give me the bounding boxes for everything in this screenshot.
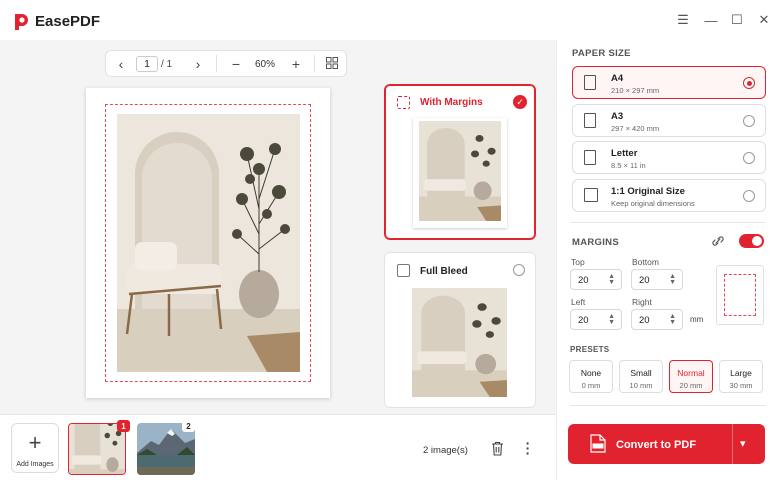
preset-small[interactable]: Small 10 mm	[619, 360, 663, 393]
stepper-icon[interactable]: ▲ ▼	[608, 273, 615, 286]
margin-top-value: 20	[578, 275, 589, 286]
link-icon[interactable]	[711, 235, 725, 247]
right-label: Right	[632, 297, 652, 307]
stepper-icon[interactable]: ▲ ▼	[669, 313, 676, 326]
zoom-level: 60%	[255, 59, 276, 70]
margins-dashed-icon	[397, 96, 410, 109]
paper-name: Letter	[611, 148, 638, 159]
unit-label: mm	[690, 315, 704, 324]
margin-left-input[interactable]: 20 ▲ ▼	[570, 309, 622, 330]
toolbar-divider	[314, 55, 315, 72]
maximize-icon[interactable]: ☐	[729, 12, 745, 28]
stepper-icon[interactable]: ▲ ▼	[608, 313, 615, 326]
preset-large[interactable]: Large 30 mm	[719, 360, 763, 393]
full-bleed-thumbnail	[412, 288, 507, 397]
menu-icon[interactable]: ☰	[675, 12, 691, 28]
full-bleed-icon	[397, 264, 410, 277]
paper-name: 1:1 Original Size	[611, 186, 685, 197]
paper-dims: 297 × 420 mm	[611, 124, 660, 133]
full-bleed-radio[interactable]	[513, 264, 525, 276]
preset-value: 0 mm	[581, 381, 601, 390]
paper-radio[interactable]	[743, 190, 755, 202]
paper-option-letter[interactable]: Letter 8.5 × 11 in	[572, 141, 766, 174]
chevron-down-icon[interactable]: ▾	[740, 437, 746, 450]
prev-page-icon[interactable]: ‹	[112, 51, 130, 76]
toolbar-divider	[216, 55, 217, 72]
convert-label: Convert to PDF	[616, 439, 697, 451]
paper-radio[interactable]	[743, 115, 755, 127]
trash-icon[interactable]	[491, 441, 504, 456]
top-label: Top	[571, 257, 585, 267]
margin-right-input[interactable]: 20 ▲ ▼	[631, 309, 683, 330]
minimize-icon[interactable]: —	[703, 12, 719, 28]
preset-value: 30 mm	[729, 381, 753, 390]
margin-preview	[716, 265, 764, 325]
document-icon	[584, 75, 596, 90]
next-page-icon[interactable]: ›	[189, 51, 207, 76]
margin-bottom-value: 20	[639, 275, 650, 286]
add-images-label: Add Images	[16, 461, 54, 468]
paper-dims: Keep original dimensions	[611, 199, 695, 208]
page-number-input[interactable]: 1	[136, 56, 158, 72]
bottom-label: Bottom	[632, 257, 659, 267]
close-icon[interactable]: ✕	[756, 12, 772, 28]
margins-title: MARGINS	[572, 237, 619, 248]
add-images-button[interactable]: + Add Images	[11, 423, 59, 473]
plus-icon: +	[28, 430, 42, 455]
paper-option-a4[interactable]: A4 210 × 297 mm	[572, 66, 766, 99]
margin-right-value: 20	[639, 315, 650, 326]
margin-guide	[105, 104, 311, 382]
preset-name: Small	[630, 368, 652, 378]
paper-name: A3	[611, 111, 624, 122]
paper-option-a3[interactable]: A3 297 × 420 mm	[572, 104, 766, 137]
zoom-in-icon[interactable]: +	[287, 51, 305, 76]
preset-name: Normal	[677, 368, 705, 378]
grid-view-icon[interactable]	[326, 57, 338, 69]
paper-option-original[interactable]: 1:1 Original Size Keep original dimensio…	[572, 179, 766, 212]
option-label: Full Bleed	[420, 266, 468, 277]
paper-name: A4	[611, 73, 624, 84]
divider	[570, 405, 766, 406]
margin-left-value: 20	[578, 315, 589, 326]
more-options-icon[interactable]: · · ·	[524, 436, 532, 460]
zoom-out-icon[interactable]: −	[227, 51, 245, 76]
image-count: 2 image(s)	[423, 445, 468, 456]
preset-value: 10 mm	[629, 381, 653, 390]
margins-thumbnail-photo	[419, 121, 501, 221]
stepper-icon[interactable]: ▲ ▼	[669, 273, 676, 286]
presets-title: PRESETS	[570, 345, 610, 354]
document-icon	[584, 150, 596, 165]
title-bar	[0, 0, 780, 40]
preset-value: 20 mm	[679, 381, 703, 390]
left-label: Left	[571, 297, 586, 307]
margin-bottom-input[interactable]: 20 ▲ ▼	[631, 269, 683, 290]
thumbnail-badge: 1	[117, 420, 130, 432]
paper-size-title: PAPER SIZE	[572, 48, 631, 59]
preset-name: None	[580, 368, 602, 378]
preset-name: Large	[730, 368, 752, 378]
paper-radio[interactable]	[743, 77, 755, 89]
selected-check-icon: ✓	[513, 95, 527, 109]
divider	[570, 222, 766, 223]
preset-normal[interactable]: Normal 20 mm	[669, 360, 713, 393]
square-icon	[584, 188, 598, 202]
paper-dims: 8.5 × 11 in	[611, 161, 646, 170]
convert-to-pdf-button[interactable]: Convert to PDF ▾	[568, 424, 765, 464]
preset-none[interactable]: None 0 mm	[569, 360, 613, 393]
paper-radio[interactable]	[743, 152, 755, 164]
app-name: EasePDF	[35, 13, 101, 30]
option-label: With Margins	[420, 97, 483, 108]
thumbnail-room-photo	[69, 424, 125, 474]
paper-dims: 210 × 297 mm	[611, 86, 660, 95]
margin-preview-guide	[724, 274, 756, 316]
app-logo-icon	[15, 14, 28, 30]
document-icon	[584, 113, 596, 128]
page-total: / 1	[161, 59, 173, 70]
margins-toggle[interactable]	[739, 234, 764, 248]
pdf-file-icon	[590, 434, 606, 453]
margin-top-input[interactable]: 20 ▲ ▼	[570, 269, 622, 290]
button-divider	[732, 424, 733, 464]
thumbnail-badge: 2	[182, 420, 195, 432]
